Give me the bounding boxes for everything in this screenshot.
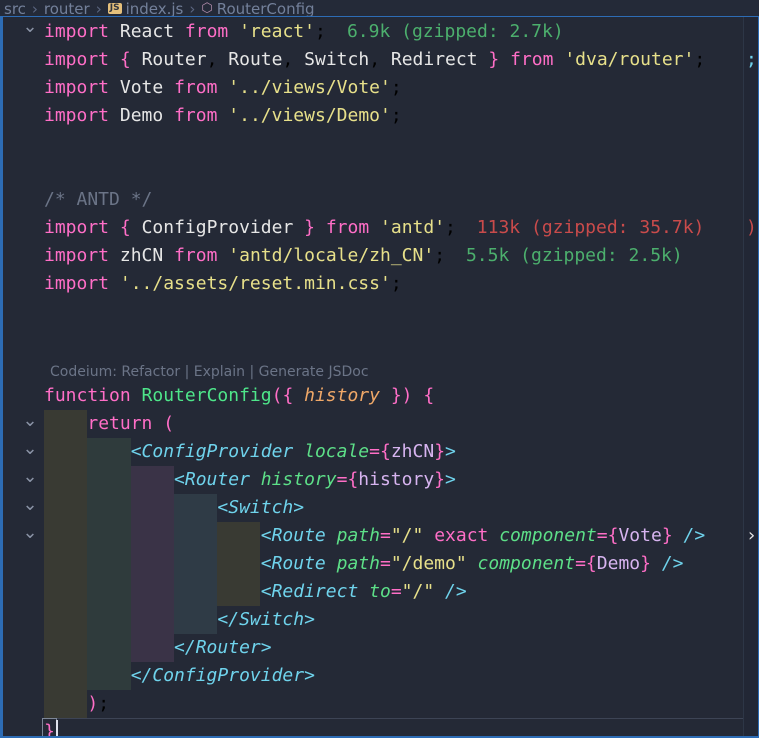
code-line[interactable]: import '../assets/reset.min.css';	[0, 270, 759, 298]
overflow-glyph: )	[746, 217, 757, 238]
code-line-text: <Switch>	[217, 497, 305, 518]
overflow-glyph: ›	[746, 525, 757, 546]
code-line[interactable]: <Router history={history}>	[0, 466, 759, 494]
code-line-text: import { ConfigProvider } from 'antd';	[44, 217, 456, 238]
code-line-text: </Switch>	[217, 609, 315, 630]
code-line[interactable]: import Demo from '../views/Demo';	[0, 102, 759, 130]
code-line[interactable]: </ConfigProvider>	[0, 662, 759, 690]
code-line[interactable]: <ConfigProvider locale={zhCN}>	[0, 438, 759, 466]
codelens-row[interactable]: Codeium: Refactor | Explain | Generate J…	[6, 358, 759, 386]
code-line[interactable]: import zhCN from 'antd/locale/zh_CN'; 5.5…	[0, 242, 759, 270]
code-line-text: <Route path="/demo" component={Demo} />	[260, 553, 684, 574]
code-line[interactable]: );	[0, 690, 759, 718]
js-file-icon: JS	[107, 3, 122, 14]
code-line[interactable]: }	[0, 718, 759, 738]
code-line-text: return (	[87, 413, 175, 434]
code-line-text: </Router>	[174, 637, 272, 658]
code-line-text: <Redirect to="/" />	[260, 581, 467, 602]
code-line-text: import React from 'react';	[44, 21, 326, 42]
code-line[interactable]	[0, 158, 759, 186]
code-line[interactable]: <Redirect to="/" />	[0, 578, 759, 606]
code-line-text: import '../assets/reset.min.css';	[44, 273, 402, 294]
import-cost-hint: 5.5k (gzipped: 2.5k)	[465, 245, 683, 266]
code-editor[interactable]: ⌄ ⌄ ⌄ ⌄ ⌄ ⌄ import React from 'react'; 6.9k (g…	[0, 16, 759, 738]
code-line[interactable]: function RouterConfig({ history }) {	[0, 382, 759, 410]
code-line-text: <Route path="/" exact component={Vote} /…	[260, 525, 706, 546]
code-line-text: import zhCN from 'antd/locale/zh_CN';	[44, 245, 446, 266]
code-line-text: import Vote from '../views/Vote';	[44, 77, 402, 98]
breadcrumb-item-router[interactable]: router	[44, 2, 90, 17]
code-line[interactable]: </Switch>	[0, 606, 759, 634]
code-line[interactable]: <Switch>	[0, 494, 759, 522]
code-line[interactable]	[0, 130, 759, 158]
code-content[interactable]: import React from 'react'; 6.9k (gzipped:…	[0, 16, 759, 738]
text-caret	[55, 720, 58, 738]
import-cost-hint: 113k (gzipped: 35.7k)	[476, 217, 705, 238]
code-line-text: import Demo from '../views/Demo';	[44, 105, 402, 126]
code-line[interactable]: import { Router, Route, Switch, Redirect…	[0, 46, 759, 74]
horizontal-overflow-strip: ;) ›	[743, 16, 759, 738]
breadcrumb-item-routerconfig[interactable]: RouterConfig	[217, 2, 315, 17]
breadcrumb-separator: ›	[95, 0, 102, 17]
breadcrumb-separator: ›	[189, 0, 196, 17]
code-line-text: /* ANTD */	[44, 189, 153, 210]
code-line[interactable]: import React from 'react'; 6.9k (gzipped:…	[0, 18, 759, 46]
breadcrumb-separator: ›	[31, 0, 38, 17]
code-line[interactable]: import Vote from '../views/Vote';	[0, 74, 759, 102]
code-line-text: );	[87, 693, 110, 714]
code-line[interactable]: <Route path="/demo" component={Demo} />	[0, 550, 759, 578]
import-cost-hint: 6.9k (gzipped: 2.7k)	[346, 21, 564, 42]
code-line[interactable]: import { ConfigProvider } from 'antd'; 11…	[0, 214, 759, 242]
code-line[interactable]	[0, 326, 759, 354]
code-line[interactable]: /* ANTD */	[0, 186, 759, 214]
code-line[interactable]: <Route path="/" exact component={Vote} /…	[0, 522, 759, 550]
code-line-text: <Router history={history}>	[174, 469, 456, 490]
code-line[interactable]: return (	[0, 410, 759, 438]
code-line-text: </ConfigProvider>	[130, 665, 315, 686]
code-line[interactable]: </Router>	[0, 634, 759, 662]
overflow-glyph: ;	[746, 49, 757, 70]
code-line-text: function RouterConfig({ history }) {	[44, 385, 435, 406]
code-line[interactable]	[0, 298, 759, 326]
codelens-actions[interactable]: Codeium: Refactor | Explain | Generate J…	[50, 358, 369, 386]
code-line-text: }	[44, 721, 55, 738]
breadcrumb-item-index-js[interactable]: index.js	[126, 2, 184, 17]
symbol-function-icon: ⬡	[201, 1, 213, 16]
breadcrumb-item-src[interactable]: src	[4, 2, 26, 17]
code-line-text: <ConfigProvider locale={zhCN}>	[130, 441, 456, 462]
code-line-text: import { Router, Route, Switch, Redirect…	[44, 49, 706, 70]
breadcrumb[interactable]: src › router › JS index.js › ⬡ RouterCon…	[0, 0, 759, 16]
